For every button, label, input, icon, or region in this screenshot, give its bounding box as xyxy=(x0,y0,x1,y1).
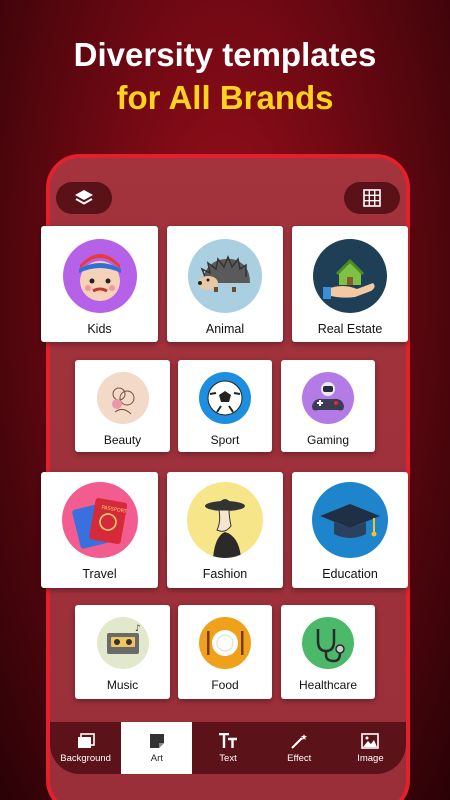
astronaut-gamepad-icon xyxy=(302,372,354,424)
category-label: Fashion xyxy=(202,567,248,581)
background-icon xyxy=(77,732,95,748)
category-card-beauty[interactable]: Beauty xyxy=(75,360,170,452)
category-card-animal[interactable]: Animal xyxy=(167,226,283,342)
graduation-cap-icon xyxy=(312,482,388,558)
toolbar-label: Image xyxy=(357,752,384,764)
toolbar-effect-button[interactable]: Effect xyxy=(264,722,335,774)
category-card-education[interactable]: Education xyxy=(292,472,408,588)
toolbar-image-button[interactable]: Image xyxy=(335,722,406,774)
toolbar-label: Art xyxy=(150,752,163,764)
stethoscope-icon xyxy=(302,617,354,669)
sticker-icon xyxy=(149,733,164,748)
headline-line-2: for All Brands xyxy=(116,79,334,116)
headline-line-1: Diversity templates xyxy=(73,36,377,73)
flower-icon xyxy=(96,372,149,424)
woman-hat-icon xyxy=(187,482,263,558)
category-card-healthcare[interactable]: Healthcare xyxy=(281,605,375,699)
category-card-sport[interactable]: Sport xyxy=(178,360,272,452)
layers-icon xyxy=(75,190,93,205)
cassette-icon: ♪ xyxy=(96,617,149,669)
toolbar-art-button[interactable]: Art xyxy=(121,722,193,774)
category-card-fashion[interactable]: Fashion xyxy=(167,472,283,588)
toolbar-label: Background xyxy=(60,752,111,764)
category-card-music[interactable]: ♪ Music xyxy=(75,605,170,699)
text-icon xyxy=(219,732,237,748)
house-in-hand-icon xyxy=(313,239,387,313)
category-label: Music xyxy=(106,678,139,692)
category-label: Food xyxy=(211,678,239,692)
magic-wand-icon xyxy=(291,733,308,749)
category-card-gaming[interactable]: Gaming xyxy=(281,360,375,452)
category-card-kids[interactable]: Kids xyxy=(41,226,158,342)
bottom-toolbar: Background Art Text Effect Image xyxy=(50,722,406,774)
image-icon xyxy=(361,732,380,749)
category-label: Kids xyxy=(87,322,112,336)
toolbar-label: Effect xyxy=(287,752,312,764)
toolbar-background-button[interactable]: Background xyxy=(50,722,121,774)
soccer-ball-icon xyxy=(199,372,251,424)
toolbar-text-button[interactable]: Text xyxy=(192,722,263,774)
category-label: Education xyxy=(322,567,378,581)
category-label: Animal xyxy=(205,322,245,336)
category-card-travel[interactable]: PASSPORT Travel xyxy=(41,472,158,588)
category-card-food[interactable]: Food xyxy=(178,605,272,699)
category-label: Gaming xyxy=(306,433,350,447)
category-label: Healthcare xyxy=(298,678,358,692)
grid-button[interactable] xyxy=(344,182,400,214)
headline: Diversity templates for All Brands xyxy=(0,34,450,120)
toolbar-label: Text xyxy=(219,752,237,764)
category-label: Travel xyxy=(82,567,117,581)
category-label: Real Estate xyxy=(317,322,383,336)
layers-button[interactable] xyxy=(56,182,112,214)
category-label: Sport xyxy=(210,433,240,447)
hedgehog-icon xyxy=(188,239,262,313)
svg-text:♪: ♪ xyxy=(135,624,141,634)
grid-icon xyxy=(363,189,381,207)
kid-face-icon xyxy=(62,239,137,313)
category-card-real-estate[interactable]: Real Estate xyxy=(292,226,408,342)
passport-icon: PASSPORT xyxy=(61,482,138,558)
category-label: Beauty xyxy=(103,433,142,447)
plate-icon xyxy=(199,617,251,669)
